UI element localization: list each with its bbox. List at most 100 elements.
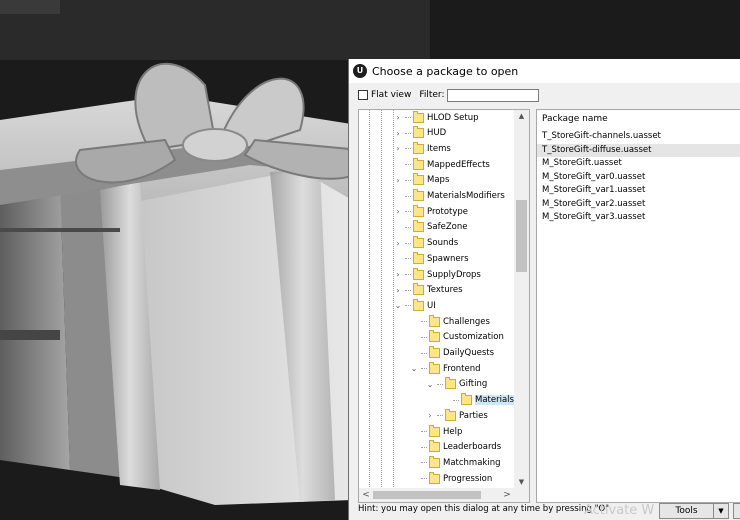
tree-node-maps[interactable]: › Maps (393, 173, 449, 188)
flat-view-label[interactable]: Flat view (371, 90, 411, 100)
tree-node-parties[interactable]: › Parties (425, 408, 488, 423)
tree-node-label: Maps (427, 175, 450, 186)
tree-node-label: Materials (475, 395, 514, 406)
tree-node-label: Gifting (459, 379, 488, 390)
package-row[interactable]: M_StoreGift.uasset (537, 157, 740, 171)
tree-node-progression[interactable]: Progression (409, 471, 492, 486)
package-name-column-header[interactable]: Package name (537, 110, 740, 130)
tree-node-prototype[interactable]: › Prototype (393, 204, 468, 219)
tools-dropdown-arrow-icon[interactable]: ▼ (713, 504, 728, 518)
folder-icon (429, 314, 440, 327)
folder-icon (429, 361, 440, 374)
tree-node-hud[interactable]: › HUD (393, 126, 446, 141)
tree-node-label: Help (443, 426, 463, 437)
tree-node-label: MaterialsModifiers (427, 191, 505, 201)
tree-connector (405, 179, 411, 181)
tools-button[interactable]: Tools ▼ (659, 503, 729, 519)
expand-chevron-icon[interactable]: › (393, 286, 403, 295)
tree-horizontal-scrollbar[interactable]: < > (359, 488, 514, 502)
expand-chevron-icon[interactable]: › (425, 411, 435, 420)
expand-chevron-icon[interactable]: › (393, 144, 403, 153)
tree-node-label: MappedEffects (427, 159, 490, 170)
folder-icon (413, 236, 424, 249)
folder-icon (413, 251, 424, 264)
tree-node-dailyquests[interactable]: DailyQuests (409, 346, 494, 361)
tree-node-customization[interactable]: Customization (409, 330, 504, 345)
scroll-left-arrow-icon[interactable]: < (359, 490, 373, 500)
tree-node-supplydrops[interactable]: › SupplyDrops (393, 267, 481, 282)
activate-windows-watermark: Activate W (584, 503, 655, 518)
tree-node-materialsmodifiers[interactable]: MaterialsModifiers (393, 189, 505, 204)
folder-icon (413, 283, 424, 296)
collapse-chevron-icon[interactable]: ⌄ (393, 301, 403, 310)
tree-node-label: Customization (443, 332, 504, 343)
tree-node-hlod-setup[interactable]: › HLOD Setup (393, 110, 479, 125)
tree-node-leaderboards[interactable]: Leaderboards (409, 440, 501, 455)
expand-chevron-icon[interactable]: › (393, 113, 403, 122)
tree-node-items[interactable]: › Items (393, 141, 451, 156)
tree-connector (405, 289, 411, 291)
tree-vertical-scroll-thumb[interactable] (516, 200, 527, 272)
folder-icon (413, 157, 424, 170)
expand-chevron-icon[interactable]: › (393, 239, 403, 248)
folder-tree-items: › HLOD Setup › HUD › Items MappedEffects › Maps M… (359, 110, 514, 489)
dialog-side-button[interactable] (733, 503, 740, 519)
tree-connector (405, 305, 411, 307)
expand-chevron-icon[interactable]: › (393, 176, 403, 185)
hint-text: Hint: you may open this dialog at any ti… (358, 504, 610, 514)
dialog-titlebar[interactable]: U Choose a package to open (349, 59, 740, 83)
expand-chevron-icon[interactable]: › (393, 207, 403, 216)
scroll-up-arrow-icon[interactable]: ▲ (514, 110, 529, 123)
tree-node-safezone[interactable]: SafeZone (393, 220, 467, 235)
tree-connector (405, 117, 411, 118)
tree-node-mappedeffects[interactable]: MappedEffects (393, 157, 490, 172)
folder-icon (429, 471, 440, 484)
tree-vertical-scrollbar[interactable]: ▲ ▼ (514, 110, 529, 489)
package-row[interactable]: T_StoreGift-diffuse.uasset (537, 143, 740, 157)
tree-node-label: Parties (459, 410, 488, 421)
dialog-toolbar: Flat view Filter: (349, 85, 740, 105)
tree-connector (405, 195, 411, 197)
folder-icon (445, 377, 456, 390)
tree-node-challenges[interactable]: Challenges (409, 314, 490, 329)
tree-node-label: Leaderboards (443, 442, 502, 453)
tree-connector (421, 352, 427, 354)
tree-connector (405, 132, 411, 134)
package-row[interactable]: M_StoreGift_var0.uasset (537, 171, 740, 185)
package-row[interactable]: M_StoreGift_var3.uasset (537, 211, 740, 225)
tree-node-frontend[interactable]: ⌄ Frontend (409, 361, 481, 376)
tree-horizontal-scroll-thumb[interactable] (373, 491, 481, 499)
package-row[interactable]: M_StoreGift_var2.uasset (537, 198, 740, 212)
tree-node-materials[interactable]: Materials (441, 393, 514, 408)
tree-node-ui[interactable]: ⌄ UI (393, 298, 436, 313)
tree-connector (405, 164, 411, 166)
tree-node-gifting[interactable]: ⌄ Gifting (425, 377, 487, 392)
package-row[interactable]: M_StoreGift_var1.uasset (537, 184, 740, 198)
scroll-right-arrow-icon[interactable]: > (500, 490, 514, 500)
collapse-chevron-icon[interactable]: ⌄ (425, 380, 435, 389)
tools-button-label: Tools (675, 506, 698, 516)
tree-connector (437, 383, 443, 385)
tree-node-matchmaking[interactable]: Matchmaking (409, 455, 501, 470)
package-row[interactable]: T_StoreGift-channels.uasset (537, 130, 740, 144)
collapse-chevron-icon[interactable]: ⌄ (409, 364, 419, 373)
tree-node-label: Spawners (427, 253, 469, 264)
tree-node-label: UI (427, 300, 436, 311)
folder-tree[interactable]: › HLOD Setup › HUD › Items MappedEffects › Maps M… (358, 109, 530, 503)
filter-label: Filter: (419, 90, 445, 100)
folder-icon (429, 440, 440, 453)
expand-chevron-icon[interactable]: › (393, 129, 403, 138)
tree-node-label: Textures (427, 285, 463, 296)
tree-node-textures[interactable]: › Textures (393, 283, 463, 298)
filter-input[interactable] (447, 88, 540, 102)
flat-view-checkbox[interactable] (358, 90, 368, 100)
tree-connector (421, 478, 427, 480)
tree-node-sounds[interactable]: › Sounds (393, 236, 458, 251)
tree-node-spawners[interactable]: Spawners (393, 251, 469, 266)
folder-icon (413, 220, 424, 233)
folder-icon (413, 189, 424, 201)
tree-node-help[interactable]: Help (409, 424, 462, 439)
tree-node-label: HUD (427, 128, 447, 139)
package-list[interactable]: Package name T_StoreGift-channels.uasset… (536, 109, 740, 503)
expand-chevron-icon[interactable]: › (393, 270, 403, 279)
